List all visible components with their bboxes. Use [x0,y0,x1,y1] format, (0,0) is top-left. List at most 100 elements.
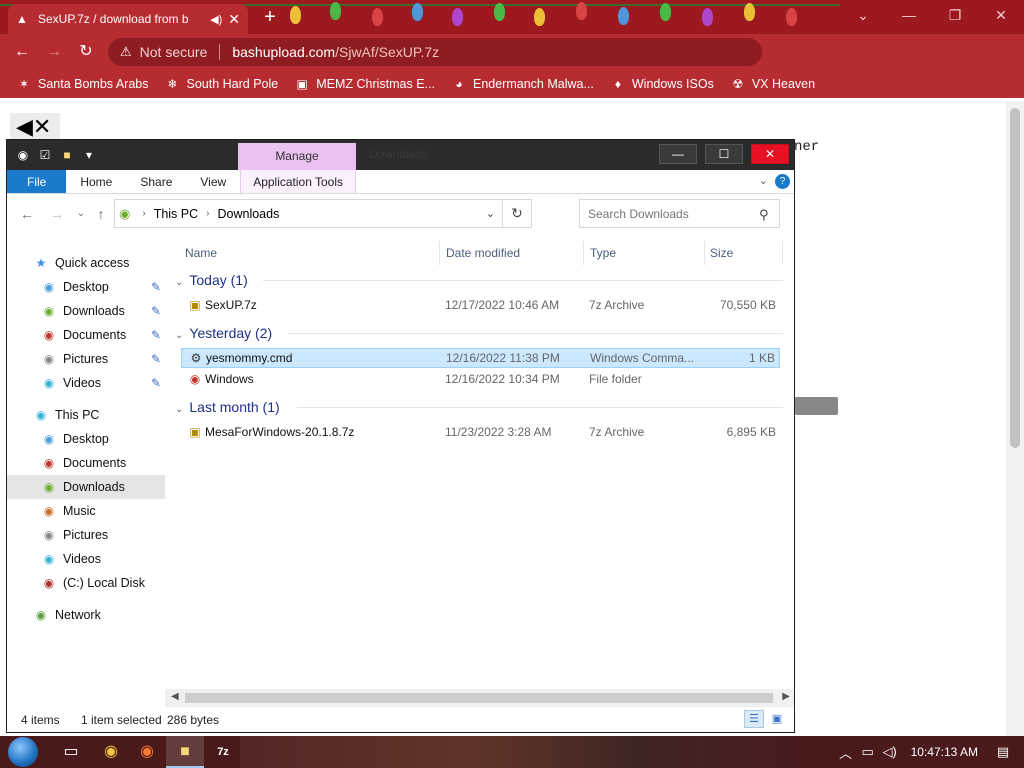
scrollbar-thumb[interactable] [1010,108,1020,448]
back-icon[interactable]: ← [6,36,38,68]
pin-icon[interactable]: ✎ [151,280,161,294]
downloads-folder-icon[interactable]: ◉ [15,147,31,163]
scroll-right-icon[interactable]: ▶ [782,691,790,702]
chevron-down-icon[interactable]: ⌄ [759,174,768,187]
ribbon-tab-application-tools[interactable]: Application Tools [240,170,357,193]
notification-icon[interactable]: ▤ [992,744,1014,760]
column-header-size[interactable]: Size [710,241,780,265]
page-button-fragment[interactable] [795,397,838,415]
nav-pc-local-disk[interactable]: ◉ (C:) Local Disk [41,571,163,595]
minimize-icon[interactable]: — [886,0,932,30]
nav-pc-pictures[interactable]: ◉ Pictures [41,523,163,547]
file-row-sexup[interactable]: ▣ SexUP.7z 12/17/2022 10:46 AM 7z Archiv… [181,295,780,315]
reload-icon[interactable]: ↻ [70,36,102,68]
url-text[interactable]: bashupload.com/SjwAf/SexUP.7z [232,44,439,60]
chevron-down-icon[interactable]: ⌄ [175,277,183,288]
chevron-up-icon[interactable]: ︿ [835,743,857,762]
mute-icon[interactable]: ◀✕ [10,113,60,141]
group-header-last-month[interactable]: ⌄ Last month (1) [175,396,280,418]
new-folder-icon[interactable]: ■ [59,147,75,163]
pin-icon[interactable]: ✎ [151,352,161,366]
nav-this-pc[interactable]: ◉ This PC [33,403,163,427]
column-divider[interactable] [782,241,783,265]
ribbon-manage-tab[interactable]: Manage [238,143,356,170]
nav-qa-desktop[interactable]: ◉ Desktop ✎ [41,275,163,299]
refresh-icon[interactable]: ↻ [502,200,531,227]
firefox-icon[interactable]: ◉ [128,736,166,768]
explorer-address-bar[interactable]: ◉ › This PC › Downloads ⌄ ↻ [114,199,532,228]
close-icon[interactable]: ✕ [228,11,240,28]
file-row-mesa[interactable]: ▣ MesaForWindows-20.1.8.7z 11/23/2022 3:… [181,422,780,442]
bookmark-windows-isos[interactable]: ♦ Windows ISOs [610,76,714,92]
page-scrollbar[interactable] [1006,102,1024,736]
warning-icon[interactable]: ⚠ [120,44,132,60]
nav-qa-videos[interactable]: ◉ Videos ✎ [41,371,163,395]
search-input[interactable] [579,199,780,228]
chevron-down-icon[interactable]: ⌄ [175,330,183,341]
task-view-icon[interactable]: ▭ [52,736,90,768]
ribbon-tab-view[interactable]: View [186,170,240,193]
breadcrumb-this-pc[interactable]: This PC [154,207,198,221]
explorer-title-bar[interactable]: ◉ ☑ ■ ▾ Manage Downloads — ☐ ✕ [7,140,794,170]
file-explorer-icon[interactable]: ■ [166,736,204,768]
group-header-yesterday[interactable]: ⌄ Yesterday (2) [175,322,272,344]
close-window-icon[interactable]: ✕ [978,0,1024,30]
column-divider[interactable] [704,241,705,265]
customize-qat-icon[interactable]: ▾ [81,147,97,163]
nav-qa-pictures[interactable]: ◉ Pictures ✎ [41,347,163,371]
7zip-icon[interactable]: 7z [204,736,242,768]
nav-qa-documents[interactable]: ◉ Documents ✎ [41,323,163,347]
bookmark-vx-heaven[interactable]: ☢ VX Heaven [730,76,815,92]
chevron-right-icon[interactable]: › [206,208,209,219]
horizontal-scrollbar[interactable]: ◀ ▶ [165,689,794,707]
nav-qa-downloads[interactable]: ◉ Downloads ✎ [41,299,163,323]
address-history-icon[interactable]: ⌄ [486,207,495,220]
nav-pc-desktop[interactable]: ◉ Desktop [41,427,163,451]
search-icon[interactable]: ⚲ [759,207,769,223]
help-icon[interactable]: ? [775,174,790,189]
new-tab-button[interactable]: + [258,6,282,30]
nav-network[interactable]: ◉ Network [33,603,163,627]
nav-pc-downloads[interactable]: ◉ Downloads [7,475,165,499]
minimize-icon[interactable]: — [659,144,697,164]
clock[interactable]: 10:47:13 AM [911,745,978,759]
ribbon-tab-home[interactable]: Home [66,170,126,193]
group-header-today[interactable]: ⌄ Today (1) [175,269,248,291]
volume-icon[interactable]: ◁) [879,744,901,760]
details-view-icon[interactable]: ☰ [744,710,764,728]
recent-locations-icon[interactable]: ⌄ [71,204,91,224]
column-divider[interactable] [583,241,584,265]
speaker-icon[interactable]: ◀) [210,13,222,26]
maximize-icon[interactable]: ☐ [705,144,743,164]
breadcrumb-downloads[interactable]: Downloads [217,207,279,221]
back-arrow-icon[interactable]: ← [17,204,37,224]
nav-pc-videos[interactable]: ◉ Videos [41,547,163,571]
pin-icon[interactable]: ✎ [151,328,161,342]
bookmark-endermanch[interactable]: ◕ Endermanch Malwa... [451,76,594,92]
large-icons-view-icon[interactable]: ▣ [767,710,787,728]
scrollbar-thumb[interactable] [185,693,773,703]
start-button[interactable] [0,736,48,768]
column-header-type[interactable]: Type [590,241,700,265]
chevron-right-icon[interactable]: › [142,208,145,219]
file-row-yesmommy[interactable]: ⚙ yesmommy.cmd 12/16/2022 11:38 PM Windo… [181,348,780,368]
bookmark-santa[interactable]: ✶ Santa Bombs Arabs [16,76,149,92]
forward-icon[interactable]: → [38,36,70,68]
browser-tab-active[interactable]: ▲ SexUP.7z / download from b ◀) ✕ [8,4,248,34]
ribbon-tab-share[interactable]: Share [126,170,186,193]
pin-icon[interactable]: ✎ [151,304,161,318]
bookmark-south-pole[interactable]: ❄ South Hard Pole [164,76,278,92]
column-header-date[interactable]: Date modified [446,241,581,265]
security-status[interactable]: Not secure [140,44,208,60]
nav-quick-access[interactable]: ★ Quick access [33,251,163,275]
column-divider[interactable] [439,241,440,265]
properties-icon[interactable]: ☑ [37,147,53,163]
chrome-icon[interactable]: ◉ [92,736,130,768]
column-header-name[interactable]: Name [185,241,435,265]
restore-icon[interactable]: ❐ [932,0,978,30]
up-arrow-icon[interactable]: ↑ [91,204,111,224]
nav-pc-documents[interactable]: ◉ Documents [41,451,163,475]
scroll-left-icon[interactable]: ◀ [171,691,179,702]
close-icon[interactable]: ✕ [751,144,789,164]
address-bar[interactable]: ⚠ Not secure bashupload.com/SjwAf/SexUP.… [108,38,762,66]
